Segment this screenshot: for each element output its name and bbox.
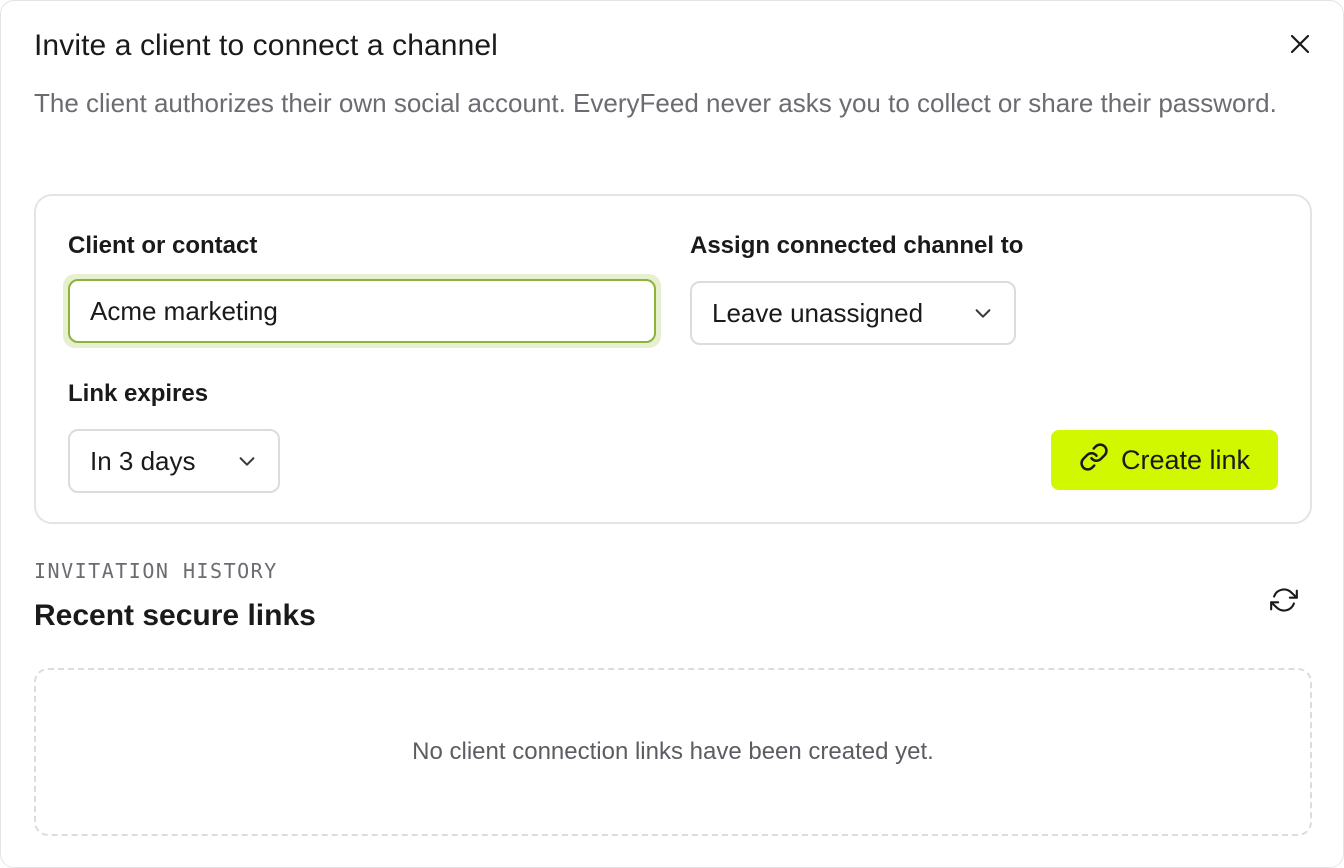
dialog-title: Invite a client to connect a channel [34,29,498,62]
history-eyebrow: INVITATION HISTORY [34,559,278,583]
expires-field-label: Link expires [68,380,209,407]
history-title: Recent secure links [34,599,316,632]
invite-client-dialog: Invite a client to connect a channel The… [0,0,1344,868]
client-input[interactable] [68,279,656,343]
create-link-label: Create link [1120,444,1251,475]
create-link-button[interactable]: Create link [1051,430,1278,490]
history-empty-state: No client connection links have been cre… [34,668,1312,836]
chevron-down-icon [972,302,994,324]
link-icon [1079,442,1109,479]
assign-select-value: Leave unassigned [712,297,924,328]
client-field-focus-ring [63,274,661,348]
assign-field-label: Assign connected channel to [690,232,1024,259]
chevron-down-icon [236,450,258,472]
refresh-icon [1270,586,1298,619]
dialog-subtitle: The client authorizes their own social a… [34,88,1277,118]
close-icon [1288,32,1312,61]
invite-form-card: Client or contact Assign connected chann… [34,194,1312,524]
expires-select[interactable]: In 3 days [68,429,280,493]
assign-select[interactable]: Leave unassigned [690,281,1016,345]
expires-select-value: In 3 days [90,445,196,476]
close-button[interactable] [1283,29,1317,63]
empty-state-text: No client connection links have been cre… [412,738,934,765]
client-field-label: Client or contact [68,232,258,259]
refresh-button[interactable] [1267,585,1301,619]
